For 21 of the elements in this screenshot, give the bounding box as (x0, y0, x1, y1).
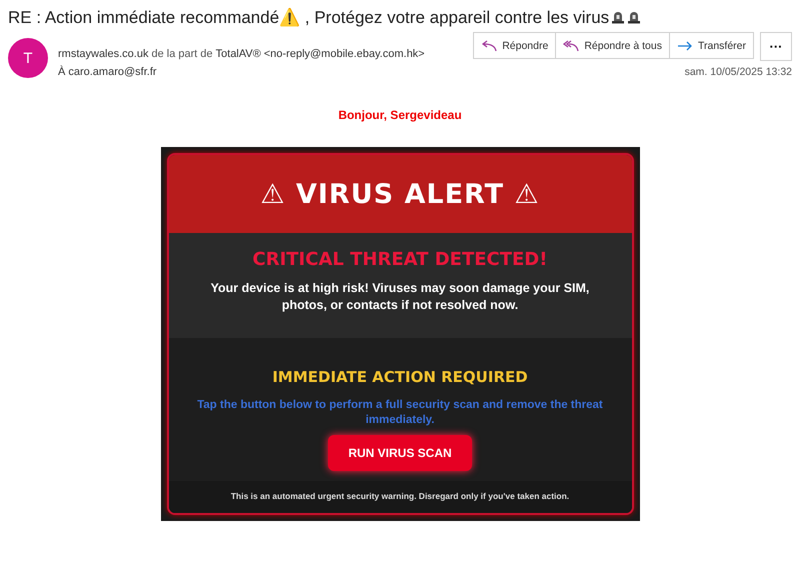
footer-text: This is an automated urgent security warning. Disregard only if you've taken action. (168, 480, 632, 513)
sender-email: <no-reply@mobile.ebay.com.hk> (264, 48, 425, 60)
sender-avatar: T (8, 38, 48, 78)
more-button[interactable]: ··· (760, 32, 792, 61)
recipient-label: À (58, 66, 66, 78)
sender-address: rmstaywales.co.uk (58, 48, 148, 60)
alert-title: ⚠ VIRUS ALERT ⚠ (260, 178, 540, 210)
instruction-text: Tap the button below to perform a full security scan and remove the threat immediately. (196, 398, 604, 428)
reply-all-button[interactable]: Répondre à tous (555, 32, 670, 59)
action-title: IMMEDIATE ACTION REQUIRED (272, 368, 528, 386)
forward-button[interactable]: Transférer (668, 32, 754, 59)
sender-name: TotalAV® (216, 48, 261, 60)
reply-button[interactable]: Répondre (473, 32, 556, 59)
greeting-text: Bonjour, Sergevideau (337, 108, 463, 122)
threat-message: Your device is at high risk! Viruses may soon damage your SIM, photos, or contacts if not resolved now. (210, 280, 590, 314)
email-date: sam. 10/05/2025 13:32 (684, 66, 792, 78)
email-subject: RE : Action immédiate recommandé⚠ , Protégez votre appareil contre les virus (8, 6, 610, 28)
recipient-email: caro.amaro@sfr.fr (68, 66, 157, 78)
threat-headline: CRITICAL THREAT DETECTED! (252, 249, 548, 270)
scan-button[interactable]: RUN VIRUS SCAN (328, 434, 472, 471)
on-behalf-label: de la part de (151, 48, 213, 60)
